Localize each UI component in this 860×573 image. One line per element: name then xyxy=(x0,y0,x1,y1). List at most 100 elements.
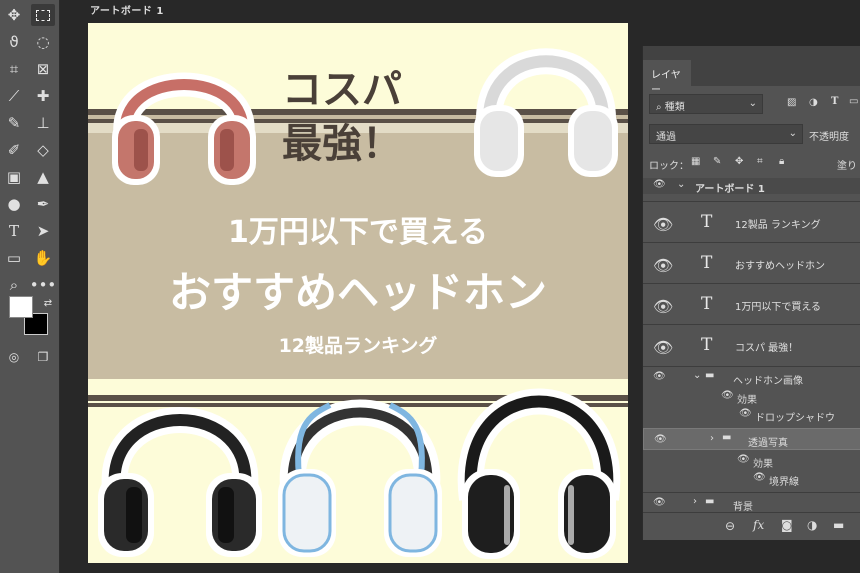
brush-icon[interactable]: ✎ xyxy=(2,112,26,134)
headline-line1: コスパ xyxy=(282,67,402,113)
opacity-label: 不透明度 xyxy=(809,132,849,143)
swap-colors-icon[interactable]: ⇄ xyxy=(36,292,60,314)
mask-icon[interactable]: ◙ xyxy=(781,518,793,532)
layer-name: アートボード 1 xyxy=(695,184,765,195)
type-icon[interactable]: T xyxy=(2,220,26,242)
lock-artboard-icon[interactable]: ⌗ xyxy=(757,156,763,167)
filter-pixel-icon[interactable]: ▨ xyxy=(787,97,796,108)
effect-row[interactable]: 👁︎ 境界線 xyxy=(643,470,860,488)
layer-row-text[interactable]: 👁︎ T 12製品 ランキング xyxy=(643,201,860,241)
layer-name: おすすめヘッドホン xyxy=(735,261,825,272)
lock-transparent-icon[interactable]: ▦ xyxy=(691,156,700,167)
visibility-eye-icon[interactable]: 👁︎ xyxy=(653,256,673,275)
gradient-icon[interactable]: ▣ xyxy=(2,166,26,188)
visibility-eye-icon[interactable]: 👁︎ xyxy=(653,215,673,234)
search-icon: ⌕ xyxy=(656,102,662,113)
effects-label: 効果 xyxy=(753,459,773,470)
red-headphone-image xyxy=(112,72,256,185)
visibility-eye-icon[interactable]: 👁︎ xyxy=(654,434,668,445)
layers-panel: レイヤー ⌕ 種類 ⌄ ▨ ◑ T ▭ 通過 ⌄ 不透明度 ロック： ▦ ✎ ✥… xyxy=(642,46,860,540)
layer-row-group-selected[interactable]: 👁︎ › ▬ 透過写真 xyxy=(643,428,860,450)
layer-row-text[interactable]: 👁︎ T おすすめヘッドホン xyxy=(643,242,860,282)
layer-row-text[interactable]: 👁︎ T 1万円以下で買える xyxy=(643,283,860,323)
rectangle-icon[interactable]: ▭ xyxy=(2,247,26,269)
layers-footer: ⊖ fx ◙ ◑ ▬ xyxy=(643,512,860,540)
filter-kind-select[interactable]: ⌕ 種類 ⌄ xyxy=(649,94,763,114)
history-brush-icon[interactable]: ✐ xyxy=(2,139,26,161)
healing-icon[interactable]: ✚ xyxy=(31,85,55,107)
chevron-down-icon[interactable]: ⌄ xyxy=(677,179,685,190)
quick-mask-icon[interactable]: ◎ xyxy=(2,346,26,368)
filter-type-icon[interactable]: T xyxy=(831,96,838,107)
artboard-title[interactable]: アートボード 1 xyxy=(90,2,164,17)
visibility-eye-icon[interactable]: 👁︎ xyxy=(653,297,673,316)
visibility-eye-icon[interactable]: 👁︎ xyxy=(653,497,667,508)
filter-adjustment-icon[interactable]: ◑ xyxy=(809,97,818,108)
effect-label: 境界線 xyxy=(769,477,799,488)
lock-position-icon[interactable]: ✥ xyxy=(735,156,743,167)
chevron-right-icon[interactable]: › xyxy=(693,496,697,507)
black-headphone-image xyxy=(98,407,262,557)
fill-label: 塗り xyxy=(837,161,857,172)
move-icon[interactable]: ✥ xyxy=(2,4,26,26)
text-layer-icon: T xyxy=(701,253,713,273)
layer-name: 透過写真 xyxy=(748,438,788,449)
text-layer-icon: T xyxy=(701,212,713,232)
headline-line2: 最強！ xyxy=(282,121,402,167)
path-select-icon[interactable]: ➤ xyxy=(31,220,55,242)
folder-icon: ▬ xyxy=(722,432,732,443)
eraser-icon[interactable]: ◇ xyxy=(31,139,55,161)
pen-icon[interactable]: ✒ xyxy=(31,193,55,215)
blend-mode-select[interactable]: 通過 ⌄ xyxy=(649,124,803,144)
layer-name: 12製品 ランキング xyxy=(735,220,821,231)
screen-mode-icon[interactable]: ❐ xyxy=(31,346,55,368)
dodge-icon[interactable]: ● xyxy=(2,193,26,215)
filter-shape-icon[interactable]: ▭ xyxy=(849,96,858,107)
stamp-icon[interactable]: ⊥ xyxy=(31,112,55,134)
layer-row-text[interactable]: 👁︎ T コスパ 最強！ xyxy=(643,324,860,364)
eyedropper-icon[interactable]: ⟋ xyxy=(2,85,26,107)
zoom-icon[interactable]: ⌕ xyxy=(2,274,26,296)
fx-icon[interactable]: fx xyxy=(753,518,764,532)
visibility-eye-icon[interactable]: 👁︎ xyxy=(721,390,734,401)
text-layer-icon: T xyxy=(701,294,713,314)
crop-icon[interactable]: ⌗ xyxy=(2,58,26,80)
chevron-down-icon[interactable]: ⌄ xyxy=(693,370,701,381)
layer-row-group[interactable]: 👁︎ › ▬ 背景 xyxy=(643,492,860,513)
blue-white-headphone-image xyxy=(278,399,442,557)
link-icon[interactable]: ⊖ xyxy=(725,519,735,533)
layer-name: コスパ 最強！ xyxy=(735,343,799,354)
adjustment-layer-icon[interactable]: ◑ xyxy=(807,518,817,532)
quick-select-icon[interactable]: ◌ xyxy=(31,31,55,53)
visibility-eye-icon[interactable]: 👁︎ xyxy=(653,371,667,382)
folder-icon: ▬ xyxy=(705,496,715,507)
lock-all-icon[interactable]: 🔒︎ xyxy=(779,156,784,167)
blur-icon[interactable]: ▲ xyxy=(31,166,55,188)
subtitle-ranking: 12製品ランキング xyxy=(278,335,438,357)
effect-row[interactable]: 👁︎ ドロップシャドウ xyxy=(643,406,860,424)
effects-row[interactable]: 👁︎ 効果 xyxy=(643,452,860,470)
layer-row-group[interactable]: 👁︎ ⌄ ▬ ヘッドホン画像 xyxy=(643,366,860,387)
effects-row[interactable]: 👁︎ 効果 xyxy=(643,388,860,406)
visibility-eye-icon[interactable]: 👁︎ xyxy=(653,179,667,190)
visibility-eye-icon[interactable]: 👁︎ xyxy=(653,338,673,357)
layer-row-artboard[interactable]: 👁︎ ⌄ アートボード 1 xyxy=(643,178,860,195)
lock-image-icon[interactable]: ✎ xyxy=(713,156,721,167)
frame-icon[interactable]: ⊠ xyxy=(31,58,55,80)
artboard[interactable]: コスパ 最強！ 1万円以下で買える おすすめヘッドホン 12製品ランキング xyxy=(88,23,628,563)
visibility-eye-icon[interactable]: 👁︎ xyxy=(753,472,766,483)
lasso-icon[interactable]: ϑ xyxy=(2,31,26,53)
visibility-eye-icon[interactable]: 👁︎ xyxy=(739,408,752,419)
marquee-icon[interactable] xyxy=(31,4,55,26)
visibility-eye-icon[interactable]: 👁︎ xyxy=(737,454,750,465)
white-headphone-image xyxy=(474,48,618,177)
effects-label: 効果 xyxy=(737,395,757,406)
hand-icon[interactable]: ✋ xyxy=(31,247,55,269)
tab-layers[interactable]: レイヤー xyxy=(643,60,691,96)
chevron-right-icon[interactable]: › xyxy=(710,433,714,444)
subtitle-main: おすすめヘッドホン xyxy=(168,268,547,317)
tools-panel: ✥ ϑ ◌ ⌗ ⊠ ⟋ ✚ ✎ ⊥ ✐ ◇ ▣ ▲ ● ✒ T ➤ ▭ ✋ ⌕ … xyxy=(0,0,60,573)
layer-name: 1万円以下で買える xyxy=(735,302,822,313)
new-group-icon[interactable]: ▬ xyxy=(833,518,844,532)
black-silver-headphone-image xyxy=(457,388,621,559)
